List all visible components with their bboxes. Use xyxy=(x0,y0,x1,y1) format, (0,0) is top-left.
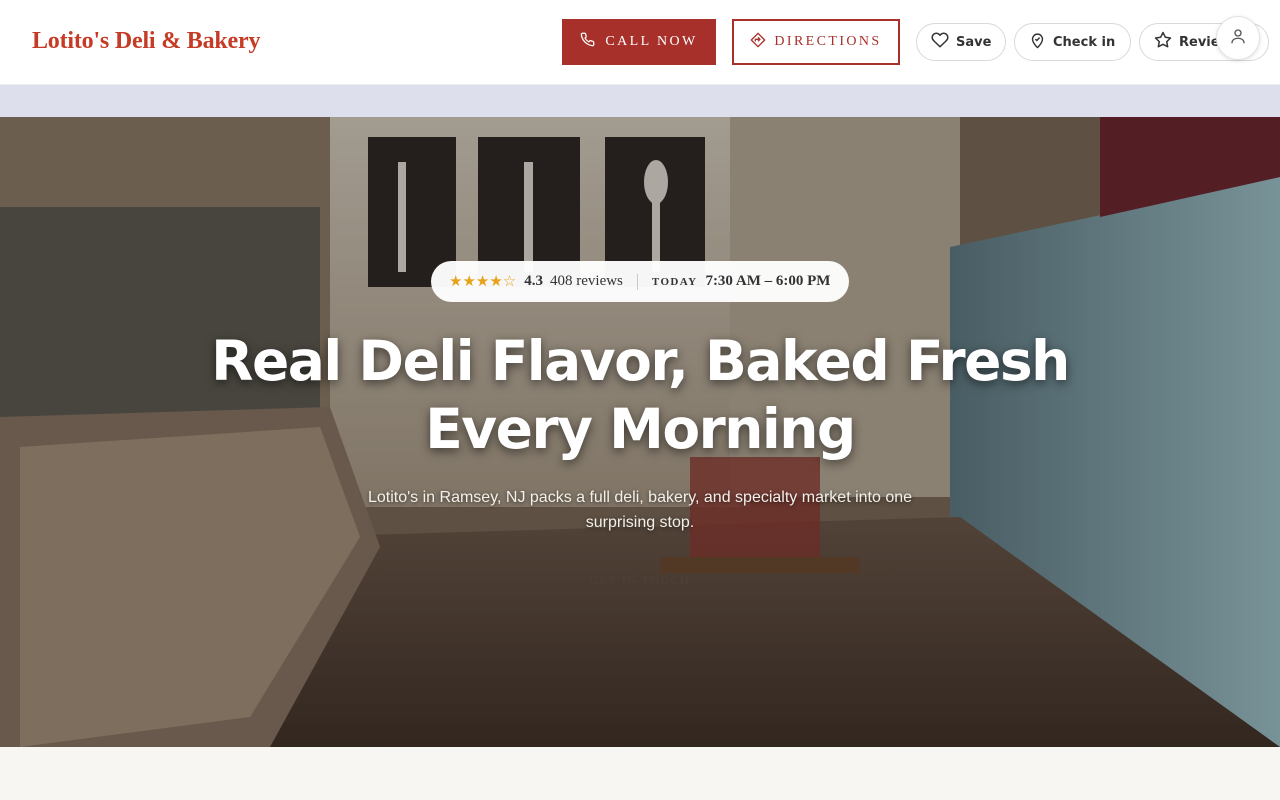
user-icon xyxy=(1229,27,1247,50)
today-label: TODAY xyxy=(651,275,698,288)
hero-headline: Real Deli Flavor, Baked Fresh Every Morn… xyxy=(211,329,1070,461)
pill-divider xyxy=(636,273,638,290)
hero-section: ★★★★☆ 4.3 408 reviews TODAY 7:30 AM – 6:… xyxy=(0,117,1280,747)
map-pin-icon xyxy=(1029,32,1046,53)
page-content-start xyxy=(0,747,1280,800)
call-now-button[interactable]: CALL NOW xyxy=(562,19,716,65)
directions-diamond-icon xyxy=(750,32,766,53)
user-account-button[interactable] xyxy=(1216,16,1260,60)
get-in-touch-link[interactable]: GET IN TOUCH xyxy=(540,573,740,588)
star-rating: ★★★★☆ xyxy=(449,274,517,290)
check-in-button[interactable]: Check in xyxy=(1014,23,1131,61)
save-label: Save xyxy=(956,34,992,50)
heart-icon xyxy=(931,31,949,53)
directions-button[interactable]: DIRECTIONS xyxy=(732,19,900,65)
hero-subtitle: Lotito's in Ramsey, NJ packs a full deli… xyxy=(367,489,913,531)
directions-label: DIRECTIONS xyxy=(774,34,882,49)
check-in-label: Check in xyxy=(1053,34,1116,50)
announcement-band xyxy=(0,85,1280,117)
site-header: Lotito's Deli & Bakery CALL NOW DIRECTIO… xyxy=(0,0,1280,85)
save-button[interactable]: Save xyxy=(916,23,1006,61)
call-now-label: CALL NOW xyxy=(605,34,698,49)
phone-icon xyxy=(580,32,595,52)
star-icon xyxy=(1154,31,1172,53)
brand-name[interactable]: Lotito's Deli & Bakery xyxy=(32,28,260,55)
rating-hours-pill: ★★★★☆ 4.3 408 reviews TODAY 7:30 AM – 6:… xyxy=(431,261,849,302)
review-count[interactable]: 408 reviews xyxy=(550,273,623,290)
rating-value: 4.3 xyxy=(524,273,543,289)
hours-value: 7:30 AM – 6:00 PM xyxy=(705,273,831,289)
